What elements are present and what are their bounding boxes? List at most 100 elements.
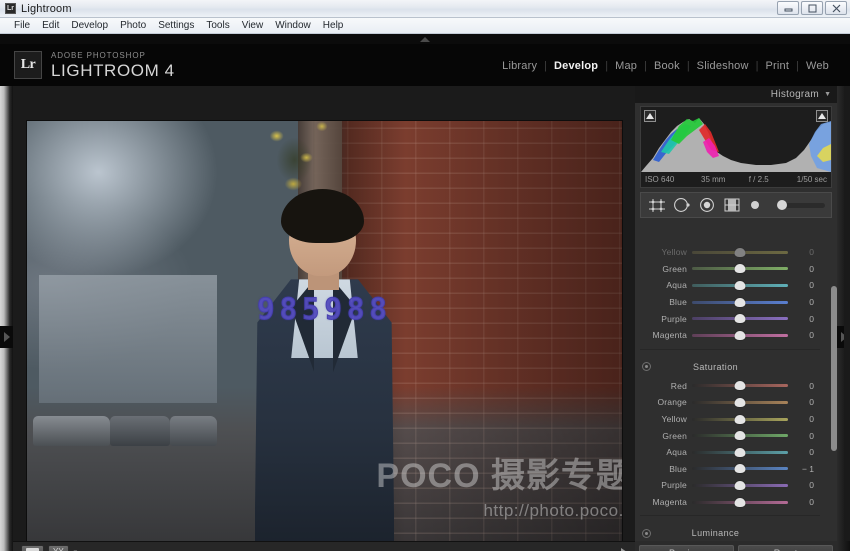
- slider-label: Blue: [640, 297, 692, 307]
- lightroom-window: Lr Lightroom File Edit Develop Photo Set…: [0, 0, 850, 551]
- slider-knob[interactable]: [735, 298, 746, 307]
- graduated-filter-icon[interactable]: [722, 196, 742, 214]
- module-slideshow[interactable]: Slideshow: [690, 60, 756, 72]
- slider-knob[interactable]: [735, 281, 746, 290]
- slider-knob[interactable]: [735, 264, 746, 273]
- slider-track[interactable]: [692, 447, 788, 458]
- slider-knob[interactable]: [735, 314, 746, 323]
- slider-track[interactable]: [692, 397, 788, 408]
- slider-row-hue-yellow[interactable]: Yellow0: [640, 244, 820, 261]
- histogram-panel-header[interactable]: Histogram ▼: [635, 86, 837, 103]
- identity-plate[interactable]: ADOBE PHOTOSHOP LIGHTROOM 4: [51, 52, 175, 79]
- target-adjust-icon[interactable]: [642, 362, 651, 371]
- module-map[interactable]: Map: [608, 60, 644, 72]
- crop-overlay-icon[interactable]: [647, 196, 667, 214]
- minimize-button[interactable]: [777, 1, 799, 15]
- slider-knob[interactable]: [735, 481, 746, 490]
- slider-row-saturation-purple[interactable]: Purple0: [640, 477, 820, 494]
- red-eye-icon[interactable]: [697, 196, 717, 214]
- slider-knob[interactable]: [735, 331, 746, 340]
- chevron-down-icon-histogram[interactable]: ▼: [824, 91, 831, 98]
- module-book[interactable]: Book: [647, 60, 687, 72]
- left-panel-collapse-toggle[interactable]: [0, 326, 13, 348]
- slider-row-hue-blue[interactable]: Blue0: [640, 294, 820, 311]
- slider-label: Red: [640, 381, 692, 391]
- loupe-view-button[interactable]: [21, 545, 44, 551]
- slider-knob[interactable]: [735, 431, 746, 440]
- lightroom-app: Lr ADOBE PHOTOSHOP LIGHTROOM 4 Library |…: [0, 34, 850, 551]
- module-library[interactable]: Library: [495, 60, 544, 72]
- left-panel-rail[interactable]: [0, 86, 13, 551]
- spot-removal-icon[interactable]: [672, 196, 692, 214]
- slider-row-saturation-red[interactable]: Red0: [640, 378, 820, 395]
- menu-help[interactable]: Help: [317, 19, 350, 33]
- slider-row-hue-purple[interactable]: Purple0: [640, 310, 820, 327]
- top-panel-collapse[interactable]: [0, 34, 850, 44]
- compare-view-button[interactable]: YY: [48, 545, 69, 551]
- maximize-button[interactable]: [801, 1, 823, 15]
- slider-track[interactable]: [692, 480, 788, 491]
- module-web[interactable]: Web: [799, 60, 836, 72]
- slider-label: Yellow: [640, 247, 692, 257]
- module-print[interactable]: Print: [758, 60, 796, 72]
- adjustment-brush-icon[interactable]: [747, 196, 767, 214]
- slider-track[interactable]: [692, 414, 788, 425]
- previous-button[interactable]: Previous: [639, 545, 734, 551]
- section-divider: [640, 515, 820, 516]
- brush-size-slider[interactable]: [777, 202, 825, 208]
- slider-row-saturation-yellow[interactable]: Yellow0: [640, 411, 820, 428]
- menu-view[interactable]: View: [236, 19, 270, 33]
- chevron-down-icon[interactable]: ▾: [74, 548, 78, 551]
- slider-track[interactable]: [692, 430, 788, 441]
- slider-track[interactable]: [692, 280, 788, 291]
- slider-row-hue-magenta[interactable]: Magenta0: [640, 327, 820, 344]
- slider-label: Aqua: [640, 280, 692, 290]
- slider-knob[interactable]: [735, 248, 746, 257]
- play-icon[interactable]: [621, 548, 627, 551]
- menu-settings[interactable]: Settings: [152, 19, 200, 33]
- slider-knob[interactable]: [735, 415, 746, 424]
- photo-frame[interactable]: 985988 POCO 摄影专题 http://photo.poco.cn/: [27, 121, 622, 549]
- slider-track[interactable]: [692, 247, 788, 258]
- target-adjust-icon[interactable]: [642, 529, 651, 538]
- menu-window[interactable]: Window: [269, 19, 317, 33]
- slider-track[interactable]: [692, 463, 788, 474]
- menu-photo[interactable]: Photo: [114, 19, 152, 33]
- menu-develop[interactable]: Develop: [65, 19, 114, 33]
- slider-track[interactable]: [692, 330, 788, 341]
- module-develop[interactable]: Develop: [547, 60, 605, 72]
- right-panel-scrollbar-track[interactable]: [844, 86, 850, 541]
- slider-knob[interactable]: [735, 398, 746, 407]
- slider-value: 0: [788, 497, 818, 507]
- slider-track[interactable]: [692, 297, 788, 308]
- slider-row-saturation-blue[interactable]: Blue− 1: [640, 461, 820, 478]
- brush-size-knob[interactable]: [777, 200, 787, 210]
- section-divider: [640, 349, 820, 350]
- right-panel: Histogram ▼ ISO 640 35 m: [635, 86, 837, 541]
- histogram[interactable]: ISO 640 35 mm f / 2.5 1/50 sec: [640, 106, 832, 188]
- parked-car-2: [110, 416, 170, 446]
- reset-button[interactable]: Reset: [738, 545, 833, 551]
- slider-knob[interactable]: [735, 448, 746, 457]
- slider-row-hue-green[interactable]: Green0: [640, 261, 820, 278]
- slider-row-saturation-green[interactable]: Green0: [640, 427, 820, 444]
- menu-edit[interactable]: Edit: [36, 19, 65, 33]
- slider-knob[interactable]: [735, 498, 746, 507]
- close-button[interactable]: [825, 1, 847, 15]
- menu-tools[interactable]: Tools: [200, 19, 235, 33]
- slider-row-hue-aqua[interactable]: Aqua0: [640, 277, 820, 294]
- exif-aperture: f / 2.5: [736, 175, 782, 184]
- window-title: Lightroom: [21, 3, 72, 15]
- slider-track[interactable]: [692, 263, 788, 274]
- slider-track[interactable]: [692, 497, 788, 508]
- menu-file[interactable]: File: [8, 19, 36, 33]
- slider-track[interactable]: [692, 380, 788, 391]
- slider-knob[interactable]: [735, 464, 746, 473]
- slider-row-saturation-magenta[interactable]: Magenta0: [640, 494, 820, 511]
- slider-track[interactable]: [692, 313, 788, 324]
- slider-knob[interactable]: [735, 381, 746, 390]
- right-panel-scrollbar-thumb[interactable]: [831, 286, 837, 451]
- section-title-saturation: Saturation: [651, 362, 820, 372]
- slider-row-saturation-aqua[interactable]: Aqua0: [640, 444, 820, 461]
- slider-row-saturation-orange[interactable]: Orange0: [640, 394, 820, 411]
